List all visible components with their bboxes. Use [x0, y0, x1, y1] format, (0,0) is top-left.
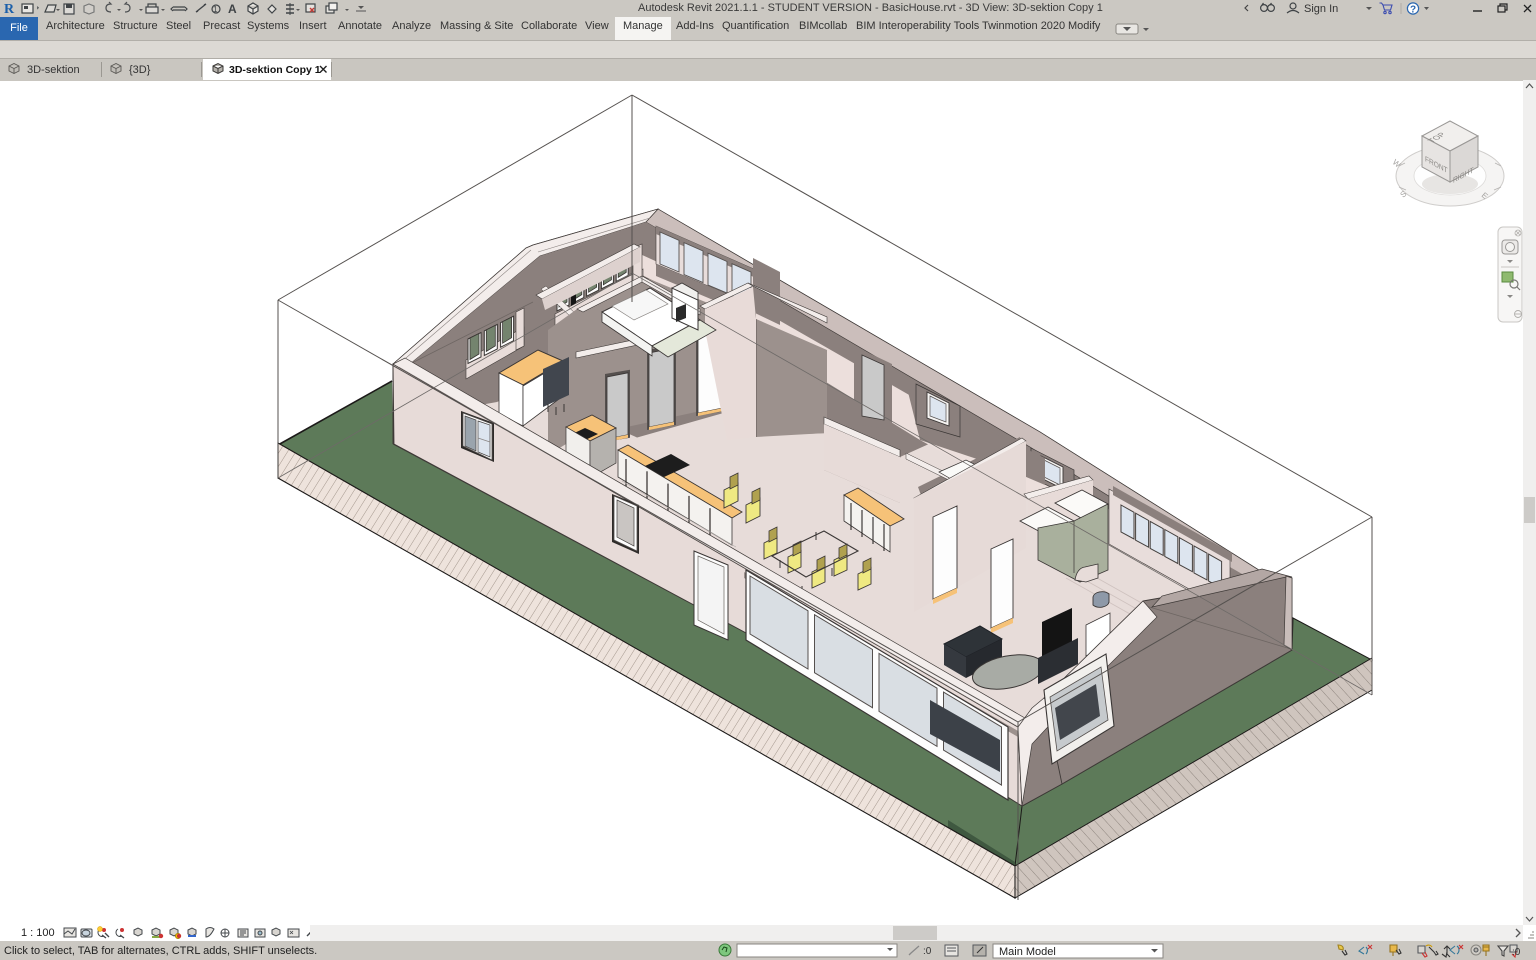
- svg-text:1: 1: [213, 5, 218, 14]
- svg-text:Sign In: Sign In: [1304, 3, 1338, 15]
- svg-text::0: :0: [1512, 947, 1521, 958]
- svg-text:Main Model: Main Model: [999, 946, 1056, 958]
- svg-text:A: A: [228, 2, 237, 16]
- svg-text:R: R: [4, 2, 15, 17]
- svg-text::0: :0: [923, 946, 932, 957]
- svg-text:?: ?: [1410, 5, 1416, 16]
